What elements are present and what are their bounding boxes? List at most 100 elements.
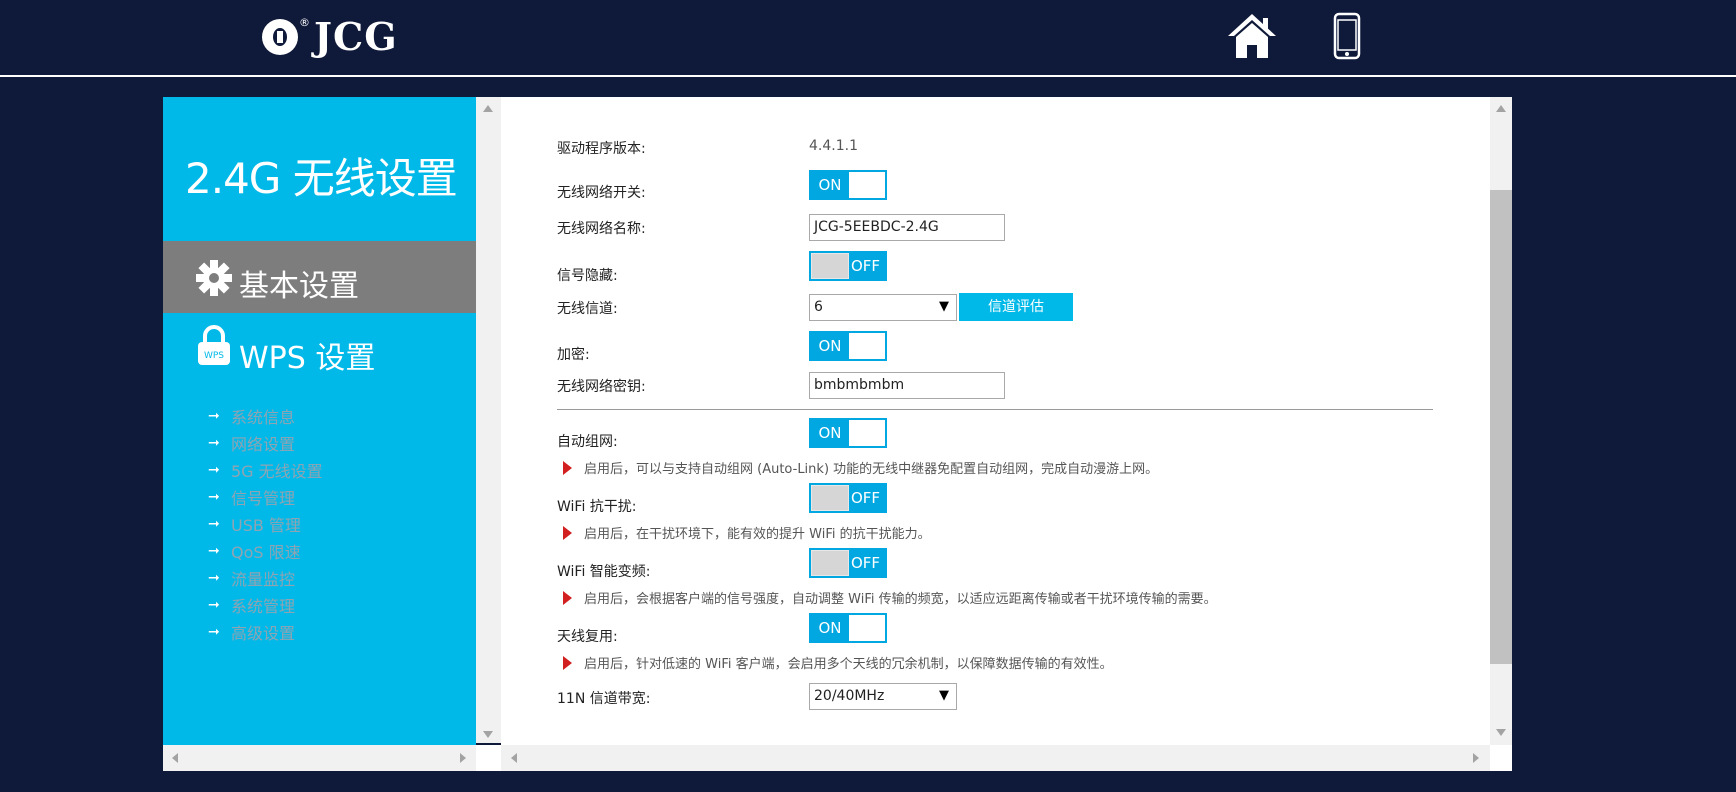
note-text: 启用后，在干扰环境下，能有效的提升 WiFi 的抗干扰能力。 xyxy=(584,527,931,542)
arrow-right-icon: ➞ xyxy=(208,407,220,424)
sidebar-item-basic-settings[interactable]: 基本设置 xyxy=(163,241,476,313)
gear-icon xyxy=(196,260,232,296)
content-horizontal-scrollbar[interactable] xyxy=(501,745,1490,771)
submenu-item-advanced[interactable]: ➞ 高级设置 xyxy=(208,618,323,645)
submenu-item-network[interactable]: ➞ 网络设置 xyxy=(208,429,323,456)
submenu-item-traffic[interactable]: ➞ 流量监控 xyxy=(208,564,323,591)
scrollbar-thumb[interactable] xyxy=(1490,190,1512,664)
toggle-state: ON xyxy=(811,172,849,198)
driver-version-label: 驱动程序版本: xyxy=(557,141,646,157)
flag-icon xyxy=(563,591,572,605)
submenu-item-5g-wireless[interactable]: ➞ 5G 无线设置 xyxy=(208,456,323,483)
anti-interference-label: WiFi 抗干扰: xyxy=(557,499,637,515)
hide-ssid-label: 信号隐藏: xyxy=(557,268,618,284)
home-icon[interactable] xyxy=(1226,12,1278,60)
sidebar-item-wps-settings[interactable]: WPS WPS 设置 xyxy=(163,313,476,385)
submenu-label: 流量监控 xyxy=(231,569,296,589)
sidebar-vertical-scrollbar[interactable] xyxy=(476,97,501,743)
submenu-item-qos[interactable]: ➞ QoS 限速 xyxy=(208,537,323,564)
wifi-switch-label: 无线网络开关: xyxy=(557,185,646,201)
smart-band-label: WiFi 智能变频: xyxy=(557,564,651,580)
settings-form: 驱动程序版本: 4.4.1.1 无线网络开关: ON 无线网络名称: JCG-5… xyxy=(501,97,1490,745)
toggle-state: OFF xyxy=(851,554,881,572)
logo-registered-mark: ® xyxy=(299,16,310,29)
toggle-knob xyxy=(811,253,849,279)
scroll-up-icon[interactable] xyxy=(483,105,493,112)
driver-version-value: 4.4.1.1 xyxy=(809,138,858,154)
dropdown-arrow-icon: ▼ xyxy=(939,299,949,314)
toggle-state: ON xyxy=(811,615,849,641)
wifi-switch-toggle[interactable]: ON xyxy=(809,170,887,200)
anti-interference-toggle[interactable]: OFF xyxy=(809,483,887,513)
flag-icon xyxy=(563,461,572,475)
auto-mesh-note: 启用后，可以与支持自动组网 (Auto-Link) 功能的无线中继器免配置自动组… xyxy=(563,458,1158,477)
antenna-reuse-toggle[interactable]: ON xyxy=(809,613,887,643)
ssid-input[interactable]: JCG-5EEBDC-2.4G xyxy=(809,214,1005,241)
submenu-label: 信号管理 xyxy=(231,488,296,508)
scrollbar-corner xyxy=(1490,745,1512,771)
auto-mesh-toggle[interactable]: ON xyxy=(809,418,887,448)
submenu-item-system-info[interactable]: ➞ 系统信息 xyxy=(208,402,323,429)
scroll-right-icon[interactable] xyxy=(1473,753,1479,763)
arrow-right-icon: ➞ xyxy=(208,488,220,505)
arrow-right-icon: ➞ xyxy=(208,515,220,532)
bandwidth-label: 11N 信道带宽: xyxy=(557,691,651,707)
arrow-right-icon: ➞ xyxy=(208,542,220,559)
sidebar-horizontal-scrollbar[interactable] xyxy=(163,745,476,771)
scrollbar-corner xyxy=(476,745,501,771)
arrow-right-icon: ➞ xyxy=(208,623,220,640)
sidebar: 2.4G 无线设置 基本设置 WPS WPS 设置 ➞ 系统信息 ➞ 网络设置 … xyxy=(163,97,476,771)
lock-icon: WPS xyxy=(198,325,230,365)
scroll-down-icon[interactable] xyxy=(483,731,493,738)
scroll-left-icon[interactable] xyxy=(172,753,178,763)
toggle-state: ON xyxy=(811,420,849,446)
flag-icon xyxy=(563,526,572,540)
bandwidth-select[interactable]: 20/40MHz ▼ xyxy=(809,683,957,710)
hide-ssid-toggle[interactable]: OFF xyxy=(809,251,887,281)
channel-evaluate-button[interactable]: 信道评估 xyxy=(959,293,1073,321)
phone-icon[interactable] xyxy=(1333,12,1361,60)
smart-band-toggle[interactable]: OFF xyxy=(809,548,887,578)
submenu-label: 系统信息 xyxy=(231,407,296,427)
channel-select[interactable]: 6 ▼ xyxy=(809,294,957,321)
dropdown-arrow-icon: ▼ xyxy=(939,688,949,703)
antenna-reuse-note: 启用后，针对低速的 WiFi 客户端，会启用多个天线的冗余机制，以保障数据传输的… xyxy=(563,653,1113,672)
password-label: 无线网络密钥: xyxy=(557,379,646,395)
logo-emblem-icon xyxy=(262,18,298,55)
jcg-logo[interactable]: ® JCG xyxy=(262,14,398,59)
scroll-right-icon[interactable] xyxy=(460,753,466,763)
note-text: 启用后，会根据客户端的信号强度，自动调整 WiFi 传输的频宽，以适应远距离传输… xyxy=(584,592,1217,607)
toggle-knob xyxy=(811,485,849,511)
note-text: 启用后，可以与支持自动组网 (Auto-Link) 功能的无线中继器免配置自动组… xyxy=(584,462,1159,477)
toggle-state: ON xyxy=(811,333,849,359)
antenna-reuse-label: 天线复用: xyxy=(557,629,618,645)
arrow-right-icon: ➞ xyxy=(208,434,220,451)
scroll-left-icon[interactable] xyxy=(511,753,517,763)
note-text: 启用后，针对低速的 WiFi 客户端，会启用多个天线的冗余机制，以保障数据传输的… xyxy=(584,657,1113,672)
submenu-item-usb[interactable]: ➞ USB 管理 xyxy=(208,510,323,537)
submenu-label: 网络设置 xyxy=(231,434,296,454)
password-input[interactable]: bmbmbmbm xyxy=(809,372,1005,399)
auto-mesh-label: 自动组网: xyxy=(557,434,618,450)
submenu-item-system-manage[interactable]: ➞ 系统管理 xyxy=(208,591,323,618)
logo-text: JCG xyxy=(314,14,398,59)
scroll-down-icon[interactable] xyxy=(1496,729,1506,736)
sidebar-title: 2.4G 无线设置 xyxy=(185,154,458,203)
anti-interference-note: 启用后，在干扰环境下，能有效的提升 WiFi 的抗干扰能力。 xyxy=(563,523,931,542)
arrow-right-icon: ➞ xyxy=(208,596,220,613)
scroll-up-icon[interactable] xyxy=(1496,105,1506,112)
top-header: ® JCG xyxy=(0,0,1736,75)
channel-value: 6 xyxy=(814,299,823,315)
encryption-label: 加密: xyxy=(557,347,590,363)
sidebar-item-label: WPS 设置 xyxy=(239,341,376,376)
submenu-list: ➞ 系统信息 ➞ 网络设置 ➞ 5G 无线设置 ➞ 信号管理 ➞ USB 管理 ➞ QoS … xyxy=(208,402,323,645)
section-divider xyxy=(557,409,1433,410)
encryption-toggle[interactable]: ON xyxy=(809,331,887,361)
submenu-item-signal[interactable]: ➞ 信号管理 xyxy=(208,483,323,510)
submenu-label: QoS 限速 xyxy=(231,542,301,562)
submenu-label: 系统管理 xyxy=(231,596,296,616)
arrow-right-icon: ➞ xyxy=(208,569,220,586)
channel-label: 无线信道: xyxy=(557,301,618,317)
ssid-label: 无线网络名称: xyxy=(557,221,646,237)
toggle-state: OFF xyxy=(851,489,881,507)
